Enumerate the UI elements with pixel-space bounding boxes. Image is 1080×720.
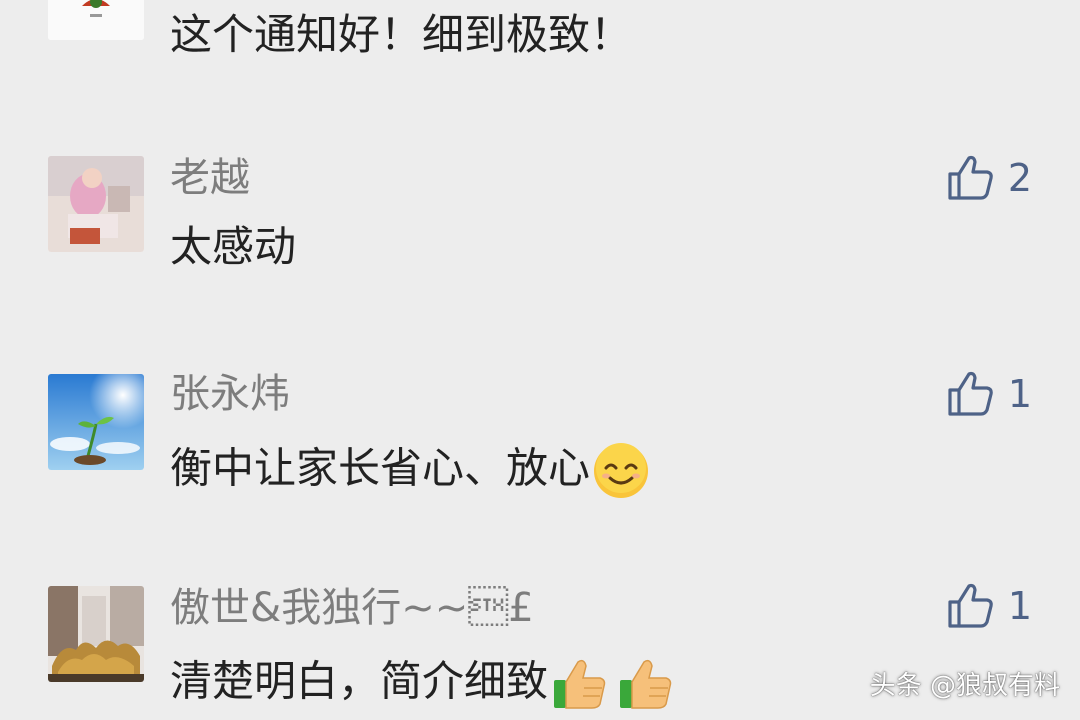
golden-horses-avatar <box>48 586 144 682</box>
comment-text-content: 清楚明白，简介细致 <box>170 656 549 706</box>
commenter-name[interactable]: 张永炜 <box>170 374 290 414</box>
commenter-name[interactable]: 老越 <box>170 158 250 198</box>
commenter-name[interactable]: 傲世&我独行~~£ <box>170 588 534 628</box>
like-count: 1 <box>1007 584 1032 628</box>
sky-sprout-avatar <box>48 374 144 470</box>
comment-text: 太感动 <box>170 222 297 271</box>
comment-text: 衡中让家长省心、放心 <box>170 442 650 500</box>
like-button[interactable]: 2 <box>944 150 1032 206</box>
avatar[interactable] <box>48 374 144 470</box>
comment-text-content: 衡中让家长省心、放心 <box>170 443 591 493</box>
thumbs-up-emoji <box>616 654 676 714</box>
smiling-face-emoji <box>592 442 650 500</box>
thumbs-up-icon <box>948 155 993 200</box>
comment-text: 这个通知好！细到极致！ <box>170 10 633 59</box>
avatar[interactable] <box>48 0 144 40</box>
like-button[interactable]: 1 <box>944 578 1032 634</box>
avatar[interactable] <box>48 586 144 682</box>
thumbs-up-icon <box>948 371 993 416</box>
like-button[interactable]: 1 <box>944 366 1032 422</box>
watermark: 头条 @狼叔有料 <box>869 671 1060 701</box>
red-logo-avatar <box>48 0 144 40</box>
like-count: 1 <box>1007 372 1032 416</box>
avatar[interactable] <box>48 156 144 252</box>
thumbs-up-icon <box>948 583 993 628</box>
like-count: 2 <box>1007 156 1032 200</box>
photo-avatar <box>48 156 144 252</box>
thumbs-up-emoji <box>550 654 610 714</box>
comment-text: 清楚明白，简介细致 <box>170 654 676 714</box>
